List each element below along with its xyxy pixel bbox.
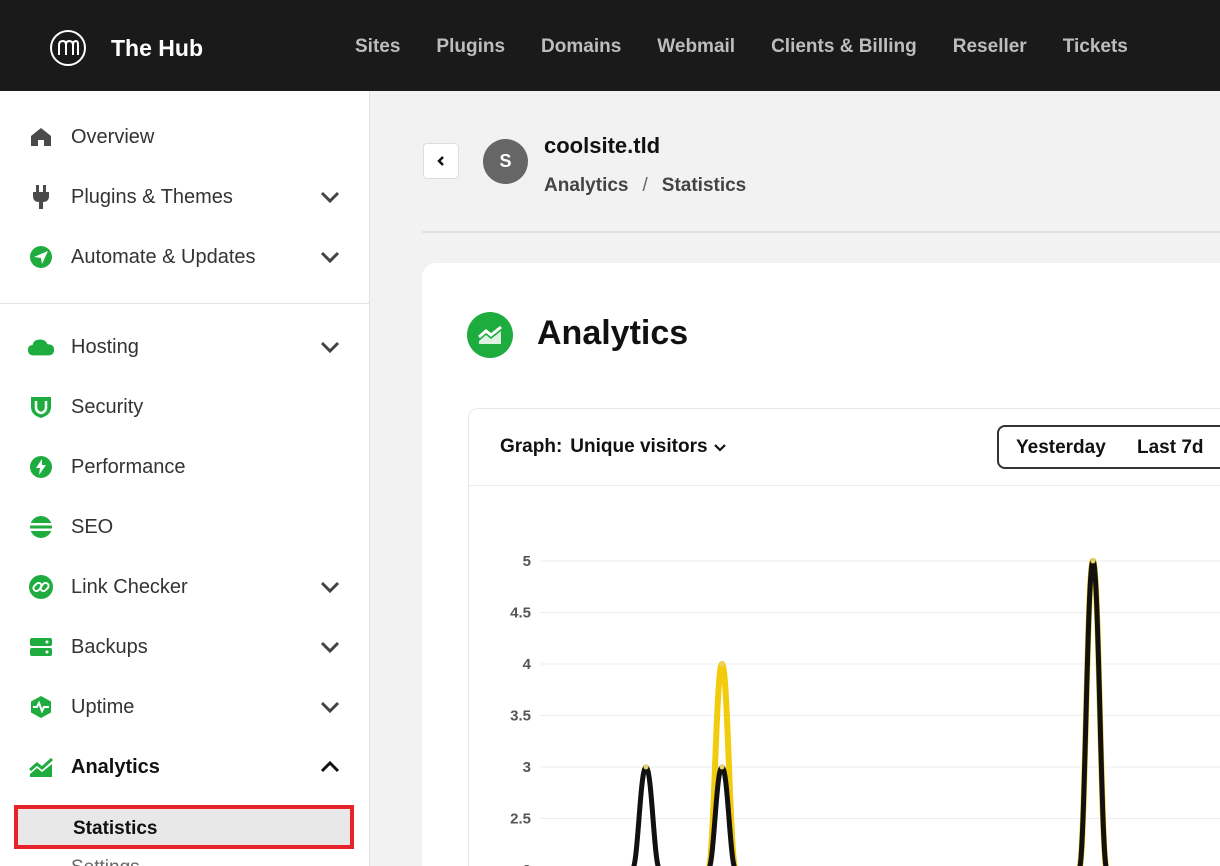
y-tick-label: 2.5 (510, 811, 531, 828)
data-point (719, 764, 725, 770)
visitors-chart: 5 4.5 4 3.5 3 2.5 2 (510, 553, 1220, 866)
y-tick-label: 3.5 (510, 708, 531, 725)
series-black-peak (631, 764, 661, 866)
y-tick-label: 4.5 (510, 605, 531, 622)
y-tick-label: 5 (523, 553, 531, 570)
data-point (643, 764, 649, 770)
data-point (719, 661, 725, 667)
y-tick-label: 2 (523, 862, 531, 866)
data-point (1090, 558, 1096, 564)
y-tick-label: 4 (523, 656, 532, 673)
y-tick-label: 3 (523, 759, 531, 776)
